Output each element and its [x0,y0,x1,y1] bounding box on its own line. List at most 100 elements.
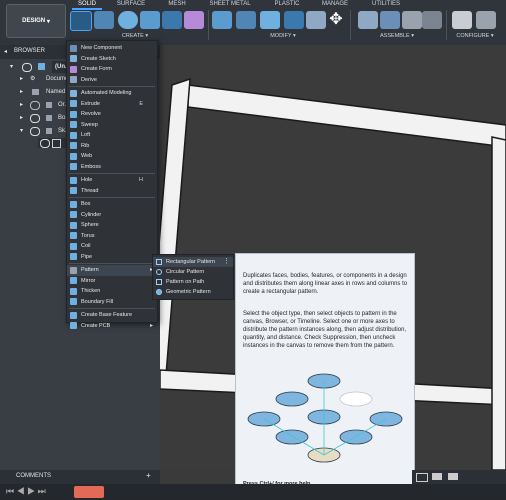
modify-group-label[interactable]: MODIFY ▾ [258,32,308,41]
menu-item-create-pcb[interactable]: Create PCB ▸ [67,321,157,332]
new-component-icon[interactable] [358,11,378,29]
as-built-joint-icon[interactable] [402,11,422,29]
visibility-icon[interactable] [40,139,50,148]
menu-item-label: Create Sketch [81,55,116,62]
assemble-group-label[interactable]: ASSEMBLE ▾ [372,32,422,41]
browser-item-bodies[interactable]: ▸ Bo... [0,112,70,124]
menu-item-web[interactable]: Web [67,151,157,162]
menu-separator [69,173,155,174]
submenu-item-geometric-pattern[interactable]: Geometric Pattern [153,287,233,297]
menu-item-revolve[interactable]: Revolve [67,109,157,120]
derive-icon [70,76,77,83]
workspace-switcher-button[interactable]: DESIGN ▾ [6,4,66,38]
menu-item-mirror[interactable]: Mirror [67,276,157,287]
submenu-item-label: Rectangular Pattern [166,259,215,265]
menu-item-box[interactable]: Box [67,199,157,210]
menu-item-sphere[interactable]: Sphere [67,220,157,231]
more-options-icon[interactable]: ⋮ [223,257,230,267]
menu-item-pattern[interactable]: Pattern▸ [67,265,157,276]
menu-item-label: Cylinder [81,211,102,218]
browser-root[interactable]: ▾ (Un... [0,61,73,73]
collapse-arrow-icon[interactable]: ▾ [10,61,13,73]
submenu-item-rectangular-pattern[interactable]: Rectangular Pattern ⋮ [153,257,233,267]
configure-rule-icon[interactable] [476,11,496,29]
revolve-icon[interactable] [118,11,138,29]
menu-item-boundary-fill[interactable]: Boundary Fill [67,297,157,308]
tab-surface[interactable]: SURFACE [114,0,148,9]
chamfer-icon[interactable] [260,11,280,29]
pattern-submenu: Rectangular Pattern ⋮ Circular Pattern P… [152,254,234,300]
menu-item-sweep[interactable]: Sweep [67,120,157,131]
add-icon[interactable]: + [146,471,151,480]
menu-item-emboss[interactable]: Emboss [67,162,157,173]
menu-item-coil[interactable]: Coil [67,241,157,252]
menu-item-cylinder[interactable]: Cylinder [67,210,157,221]
browser-item-sketch[interactable] [38,138,66,148]
browser-item-named-views[interactable]: ▸ Named [0,86,70,98]
menu-item-loft[interactable]: Loft [67,130,157,141]
configure-table-icon[interactable] [452,11,472,29]
move-icon[interactable]: ✥ [326,11,346,29]
fillet-icon[interactable] [236,11,256,29]
browser-item-origin[interactable]: ▸ Or... [0,99,70,111]
menu-item-thicken[interactable]: Thicken [67,286,157,297]
hole-icon [70,176,77,184]
menu-item-pipe[interactable]: Pipe [67,252,157,263]
combine-icon[interactable] [306,11,326,29]
menu-item-thread[interactable]: Thread [67,186,157,197]
timeline-feature-icon[interactable] [74,486,104,498]
folder-icon [32,89,39,95]
create-sketch-icon[interactable] [70,11,92,31]
menu-item-hole[interactable]: Hole H [67,175,157,186]
menu-item-create-base-feature[interactable]: Create Base Feature [67,310,157,321]
press-pull-icon[interactable] [212,11,232,29]
menu-item-extrude[interactable]: Extrude E [67,99,157,110]
joint-icon[interactable] [380,11,400,29]
shell-icon[interactable] [284,11,304,29]
collapse-icon[interactable]: ◂ [4,48,7,55]
configure-group-label[interactable]: CONFIGURE ▾ [450,32,500,41]
visibility-icon[interactable] [30,114,40,123]
viewports-icon[interactable] [448,473,458,480]
menu-item-label: Sphere [81,222,99,228]
tab-manage[interactable]: MANAGE [318,0,352,9]
menu-item-new-component[interactable]: New Component [67,43,157,54]
tooltip-instructions: Select the object type, then select obje… [243,311,407,349]
timeline: ⏮ ◀ ▶ ⏭ [0,484,506,500]
menu-item-create-form[interactable]: Create Form [67,64,157,75]
browser-item-document-settings[interactable]: ▸ ⚙ Docume... [0,73,73,85]
tab-utilities[interactable]: UTILITIES [368,0,404,9]
visibility-off-icon[interactable] [30,101,40,110]
rectangular-pattern-illustration [247,373,403,463]
visibility-icon[interactable] [30,127,40,136]
tab-mesh[interactable]: MESH [164,0,190,9]
create-form-icon[interactable] [184,11,204,29]
submenu-item-pattern-on-path[interactable]: Pattern on Path [153,277,233,287]
tab-sheet-metal[interactable]: SHEET METAL [208,0,252,9]
menu-item-automated-modeling[interactable]: Automated Modeling [67,88,157,99]
visibility-icon[interactable] [22,63,32,72]
tab-plastic[interactable]: PLASTIC [270,0,304,9]
grid-settings-icon[interactable] [432,473,442,480]
rectangular-pattern-tooltip: Duplicates faces, bodies, features, or c… [235,253,415,494]
menu-item-derive[interactable]: Derive [67,75,157,86]
menu-item-label: Loft [81,132,91,138]
comments-panel[interactable]: COMMENTS + [0,470,160,484]
display-settings-icon[interactable] [416,473,428,482]
pattern-icon[interactable] [162,11,182,29]
hole-icon[interactable] [140,11,160,29]
menu-item-label: Revolve [81,111,101,117]
extrude-icon[interactable] [94,11,114,29]
submenu-item-circular-pattern[interactable]: Circular Pattern [153,267,233,277]
menu-item-torus[interactable]: Torus [67,231,157,242]
menu-item-label: Torus [81,232,95,239]
menu-item-label: New Component [81,45,122,51]
timeline-playback-icon[interactable]: ⏮ ◀ ▶ ⏭ [6,486,46,497]
joint-origin-icon[interactable] [422,11,442,29]
menu-item-label: Extrude [81,100,100,107]
menu-item-create-sketch[interactable]: Create Sketch [67,54,157,65]
menu-item-label: Mirror [81,277,96,284]
menu-item-rib[interactable]: Rib [67,141,157,152]
browser-item-sketches[interactable]: ▾ Sk... [0,125,70,137]
tab-solid[interactable]: SOLID [72,0,102,10]
